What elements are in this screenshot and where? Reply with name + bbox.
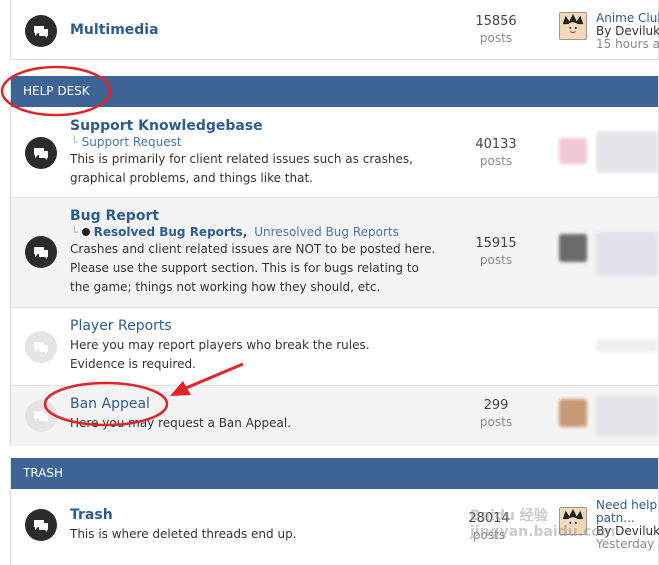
forum-row-support-knowledgebase: Support Knowledgebase └ Support Request …	[11, 107, 659, 198]
subforum-hook-icon: └	[71, 135, 78, 149]
chat-bubble-icon	[25, 509, 57, 541]
forum-title[interactable]: Bug Report	[70, 208, 159, 224]
last-post-redacted	[596, 232, 658, 276]
forum-title-trash[interactable]: Trash	[70, 507, 113, 523]
post-count: 15856 posts	[475, 14, 517, 45]
chat-bubble-icon	[25, 400, 57, 432]
forum-description: This is primarily for client related iss…	[70, 152, 413, 185]
category-header-help-desk[interactable]: HELP DESK	[11, 76, 658, 107]
subforum-link[interactable]: Resolved Bug Reports,	[94, 225, 248, 239]
unread-dot-icon	[81, 228, 90, 236]
user-avatar[interactable]	[559, 234, 587, 262]
forum-title[interactable]: Support Knowledgebase	[70, 118, 263, 134]
subforum-list: └ Resolved Bug Reports, Unresolved Bug R…	[71, 225, 399, 239]
forum-description: Crashes and client related issues are NO…	[70, 242, 436, 294]
last-post-redacted	[596, 131, 658, 173]
forum-description: This is where deleted threads end up.	[70, 527, 297, 541]
subforum-link[interactable]: Unresolved Bug Reports	[254, 225, 399, 239]
chat-bubble-icon	[25, 331, 57, 363]
chat-bubble-icon	[25, 15, 57, 47]
forum-row-ban-appeal: Ban Appeal Here you may request a Ban Ap…	[11, 386, 659, 446]
help-desk-category: HELP DESK Support Knowledgebase └ Suppor…	[10, 76, 659, 446]
last-post-redacted	[596, 396, 658, 436]
user-avatar[interactable]	[559, 138, 587, 164]
top-forum-block: Multimedia 15856 posts Anime Club By Dev…	[10, 0, 659, 60]
user-avatar[interactable]	[559, 399, 587, 427]
post-count: 299 posts	[479, 398, 513, 429]
last-post-info: Anime Club By Deviluke 15 hours ag	[596, 12, 659, 51]
post-count: 15915 posts	[475, 236, 517, 267]
forum-title-multimedia[interactable]: Multimedia	[70, 22, 159, 38]
subforum-list: └ Support Request	[71, 135, 182, 149]
forum-title[interactable]: Ban Appeal	[70, 396, 150, 412]
chat-bubble-icon	[25, 137, 57, 169]
chat-bubble-icon	[25, 236, 57, 268]
last-post-redacted	[596, 340, 658, 352]
post-count: 40133 posts	[475, 137, 517, 168]
forum-row-player-reports: Player Reports Here you may report playe…	[11, 308, 659, 386]
forum-row-bug-report: Bug Report └ Resolved Bug Reports, Unres…	[11, 198, 659, 308]
forum-description: Here you may request a Ban Appeal.	[70, 416, 292, 430]
forum-row-multimedia: Multimedia 15856 posts Anime Club By Dev…	[11, 0, 659, 59]
user-avatar[interactable]	[559, 12, 587, 40]
category-header-trash[interactable]: TRASH	[11, 458, 658, 489]
subforum-link[interactable]: Support Request	[82, 135, 182, 149]
forum-title[interactable]: Player Reports	[70, 318, 172, 334]
forum-description: Here you may report players who break th…	[70, 338, 370, 371]
watermark: Baidu 经验 jingyan.baidu.com	[470, 508, 616, 540]
subforum-hook-icon: └	[71, 225, 78, 239]
